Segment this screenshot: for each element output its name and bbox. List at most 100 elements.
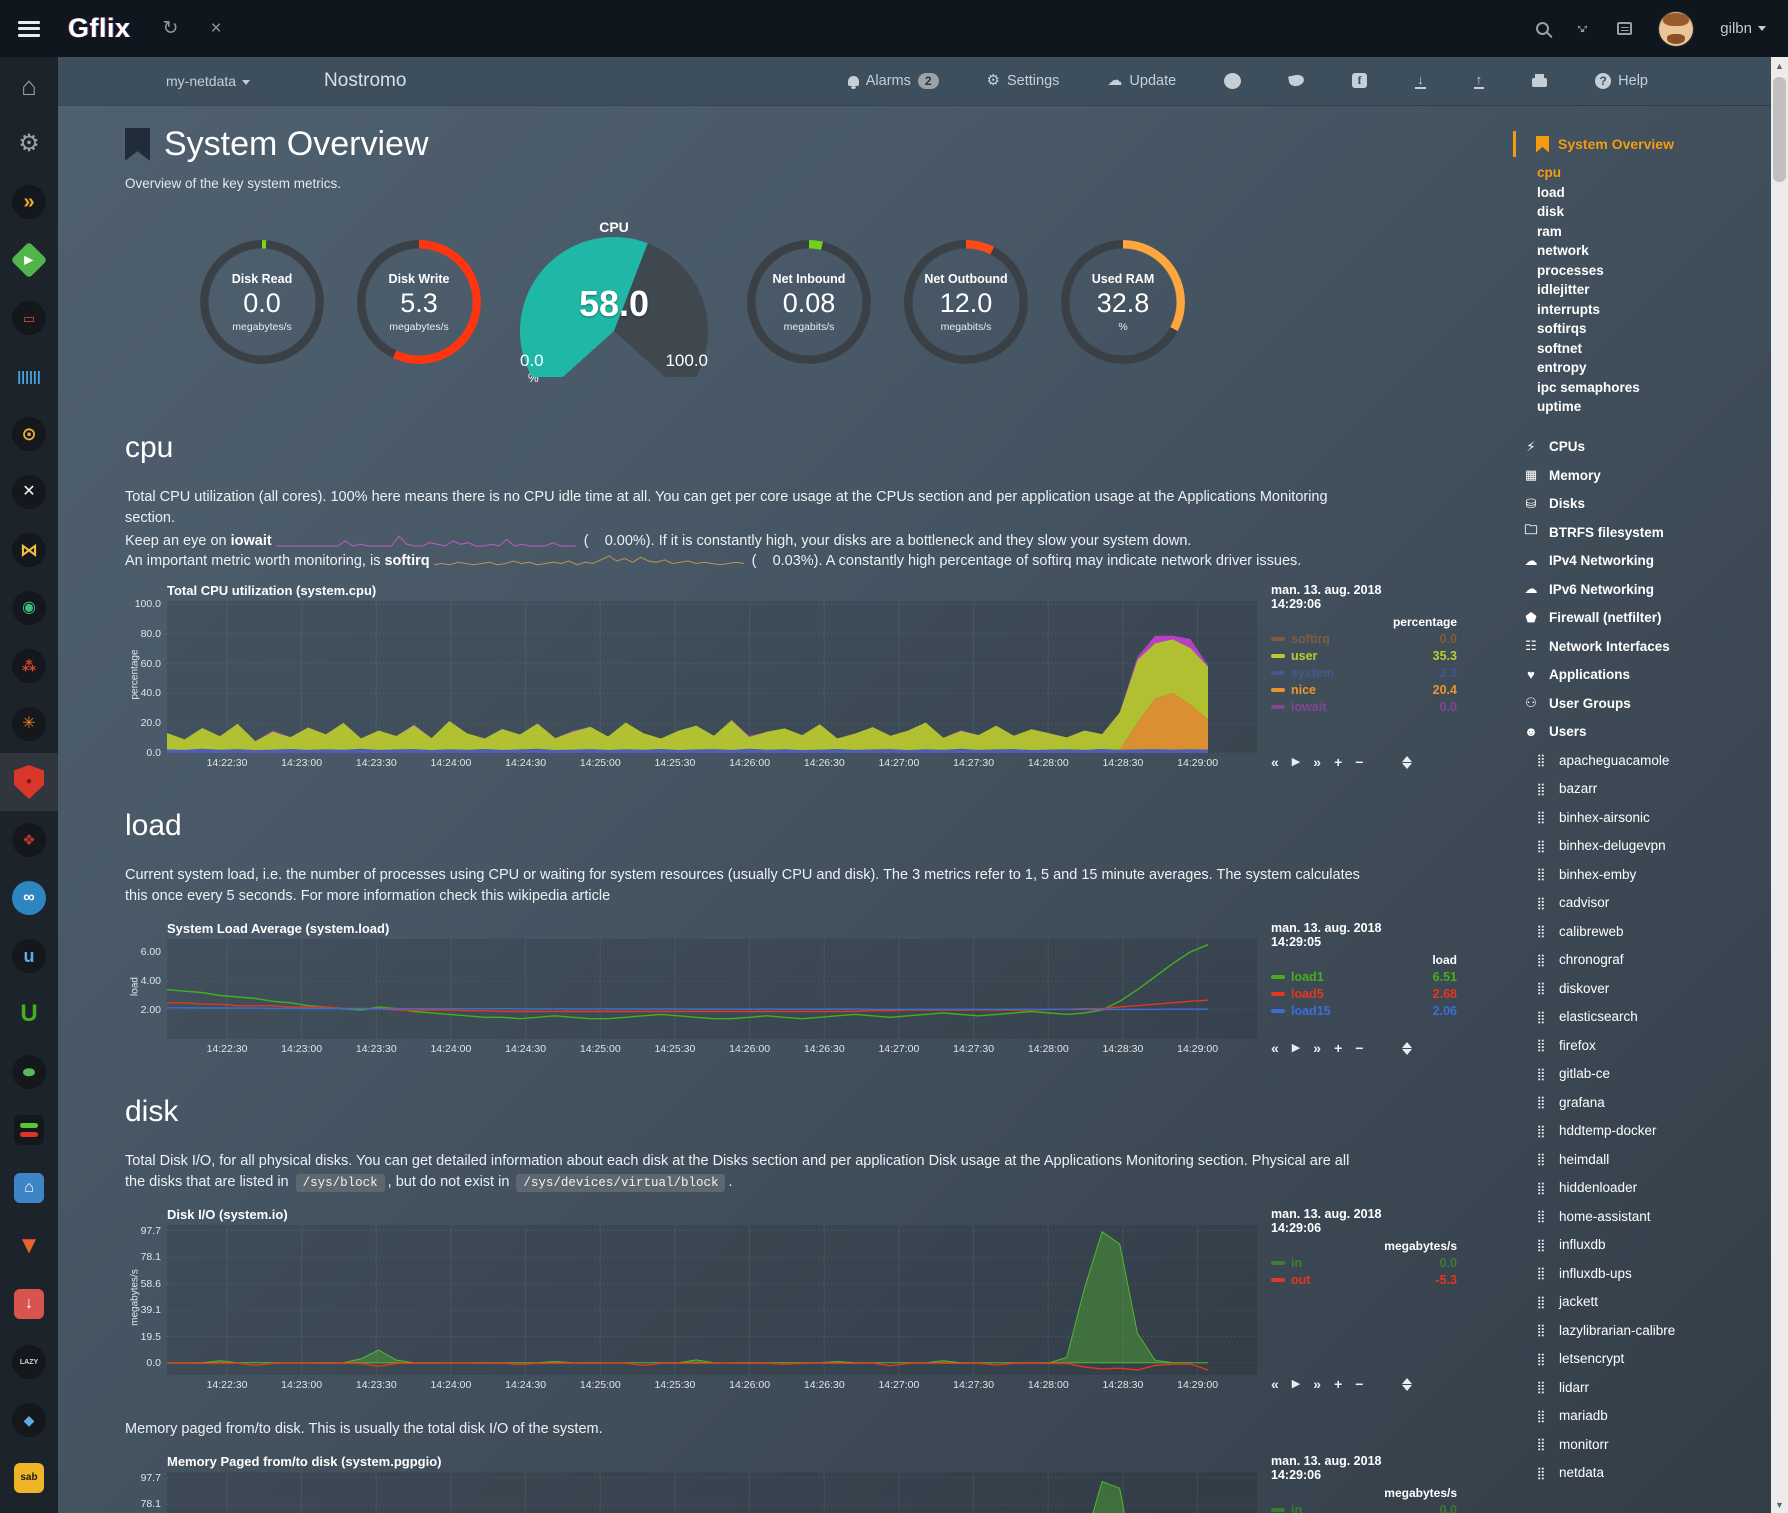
scrollbar-up-arrow[interactable]: ▲ bbox=[1771, 57, 1788, 74]
update-button[interactable]: ☁Update bbox=[1083, 73, 1200, 89]
gauge-cpu[interactable]: CPU58.00.0100.0% bbox=[514, 219, 714, 385]
menu-section-memory[interactable]: ▦Memory bbox=[1523, 461, 1771, 490]
menu-app-lazylibrarian-calibre[interactable]: ⣿lazylibrarian-calibre bbox=[1523, 1316, 1771, 1345]
menu-section-btrfs-filesystem[interactable]: 🗀BTRFS filesystem bbox=[1523, 518, 1771, 547]
server-dropdown[interactable]: my-netdata bbox=[166, 73, 250, 89]
app-tv-icon[interactable]: ▭ bbox=[0, 289, 58, 347]
pan-back-button[interactable]: « bbox=[1271, 755, 1279, 769]
menu-app-gitlab-ce[interactable]: ⣿gitlab-ce bbox=[1523, 1060, 1771, 1089]
menu-app-firefox[interactable]: ⣿firefox bbox=[1523, 1031, 1771, 1060]
hostname[interactable]: Nostromo bbox=[324, 70, 406, 92]
gauge-net-outbound[interactable]: Net Outbound12.0megabits/s bbox=[904, 240, 1028, 364]
resize-handle[interactable] bbox=[1402, 1042, 1412, 1055]
facebook-button[interactable]: f bbox=[1328, 73, 1391, 88]
home-icon[interactable]: ⌂ bbox=[0, 57, 58, 115]
menu-item-softirqs[interactable]: softirqs bbox=[1537, 319, 1771, 339]
import-button[interactable]: ↓ bbox=[1391, 73, 1450, 89]
legend-row-softirq[interactable]: softirq0.0 bbox=[1271, 632, 1457, 646]
pan-forward-button[interactable]: » bbox=[1313, 1041, 1321, 1055]
legend-row-system[interactable]: system2.3 bbox=[1271, 666, 1457, 680]
scrollbar-down-arrow[interactable]: ▼ bbox=[1771, 1496, 1788, 1513]
app-cubes-icon[interactable]: ❖ bbox=[0, 811, 58, 869]
app-sab-icon[interactable]: sab bbox=[0, 1449, 58, 1507]
menu-app-hiddenloader[interactable]: ⣿hiddenloader bbox=[1523, 1174, 1771, 1203]
legend-row-in[interactable]: in0.0 bbox=[1271, 1256, 1457, 1270]
menu-section-disks[interactable]: ⛁Disks bbox=[1523, 490, 1771, 519]
user-menu[interactable]: gilbn bbox=[1720, 20, 1766, 38]
play-button[interactable]: ▶ bbox=[1292, 1043, 1300, 1054]
menu-app-binhex-airsonic[interactable]: ⣿binhex-airsonic bbox=[1523, 803, 1771, 832]
print-button[interactable] bbox=[1508, 74, 1571, 87]
gauge-disk-write[interactable]: Disk Write5.3megabytes/s bbox=[357, 240, 481, 364]
app-download-icon[interactable]: ↓ bbox=[0, 1275, 58, 1333]
hamburger-menu-icon[interactable] bbox=[18, 21, 40, 37]
menu-section-ipv4-networking[interactable]: ☁IPv4 Networking bbox=[1523, 547, 1771, 576]
app-green-u-icon[interactable]: U bbox=[0, 985, 58, 1043]
menu-app-mariadb[interactable]: ⣿mariadb bbox=[1523, 1402, 1771, 1431]
legend-row-iowait[interactable]: iowait0.0 bbox=[1271, 700, 1457, 714]
menu-item-ram[interactable]: ram bbox=[1537, 222, 1771, 242]
menu-item-uptime[interactable]: uptime bbox=[1537, 397, 1771, 417]
menu-item-entropy[interactable]: entropy bbox=[1537, 358, 1771, 378]
app-turtle-icon[interactable]: ⬬ bbox=[0, 1043, 58, 1101]
export-button[interactable]: ↑ bbox=[1450, 73, 1509, 89]
close-icon[interactable]: × bbox=[210, 19, 221, 38]
menu-app-influxdb[interactable]: ⣿influxdb bbox=[1523, 1231, 1771, 1260]
app-droplet-icon[interactable]: ◆ bbox=[0, 1391, 58, 1449]
scrollbar-thumb[interactable] bbox=[1773, 77, 1786, 182]
legend-row-out[interactable]: out-5.3 bbox=[1271, 1273, 1457, 1287]
resize-handle[interactable] bbox=[1402, 756, 1412, 769]
menu-app-binhex-delugevpn[interactable]: ⣿binhex-delugevpn bbox=[1523, 832, 1771, 861]
search-icon[interactable] bbox=[1536, 22, 1549, 35]
menu-app-cadvisor[interactable]: ⣿cadvisor bbox=[1523, 889, 1771, 918]
app-bank-icon[interactable]: ⌂ bbox=[0, 1159, 58, 1217]
menu-item-cpu[interactable]: cpu bbox=[1537, 163, 1771, 183]
menu-app-lidarr[interactable]: ⣿lidarr bbox=[1523, 1373, 1771, 1402]
menu-section-firewall-netfilter-[interactable]: ⬟Firewall (netfilter) bbox=[1523, 604, 1771, 633]
menu-app-elasticsearch[interactable]: ⣿elasticsearch bbox=[1523, 1003, 1771, 1032]
zoom-out-button[interactable]: − bbox=[1355, 1041, 1363, 1055]
news-icon[interactable] bbox=[1617, 22, 1632, 35]
github-button[interactable] bbox=[1200, 73, 1265, 89]
app-links-icon[interactable]: ∞ bbox=[0, 869, 58, 927]
menu-section-cpus[interactable]: ⚡CPUs bbox=[1523, 433, 1771, 462]
menu-item-disk[interactable]: disk bbox=[1537, 202, 1771, 222]
menu-item-softnet[interactable]: softnet bbox=[1537, 339, 1771, 359]
legend-row-load5[interactable]: load52.68 bbox=[1271, 987, 1457, 1001]
legend-row-nice[interactable]: nice20.4 bbox=[1271, 683, 1457, 697]
menu-app-letsencrypt[interactable]: ⣿letsencrypt bbox=[1523, 1345, 1771, 1374]
menu-section-user-groups[interactable]: ⚇User Groups bbox=[1523, 689, 1771, 718]
menu-app-chronograf[interactable]: ⣿chronograf bbox=[1523, 946, 1771, 975]
gauge-used-ram[interactable]: Used RAM32.8% bbox=[1061, 240, 1185, 364]
help-button[interactable]: ?Help bbox=[1571, 73, 1672, 89]
gauge-disk-read[interactable]: Disk Read0.0megabytes/s bbox=[200, 240, 324, 364]
legend-row-load1[interactable]: load16.51 bbox=[1271, 970, 1457, 984]
app-lazy-icon[interactable]: LAZY bbox=[0, 1333, 58, 1391]
app-blue-u-icon[interactable]: u bbox=[0, 927, 58, 985]
menu-app-monitorr[interactable]: ⣿monitorr bbox=[1523, 1430, 1771, 1459]
menu-item-interrupts[interactable]: interrupts bbox=[1537, 300, 1771, 320]
pan-forward-button[interactable]: » bbox=[1313, 1377, 1321, 1391]
fullscreen-icon[interactable] bbox=[1575, 21, 1591, 37]
zoom-in-button[interactable]: + bbox=[1334, 1041, 1342, 1055]
menu-app-home-assistant[interactable]: ⣿home-assistant bbox=[1523, 1202, 1771, 1231]
menu-app-grafana[interactable]: ⣿grafana bbox=[1523, 1088, 1771, 1117]
resize-handle[interactable] bbox=[1402, 1378, 1412, 1391]
twitter-button[interactable] bbox=[1265, 75, 1328, 86]
chart-plot-area[interactable] bbox=[167, 939, 1257, 1039]
menu-item-idlejitter[interactable]: idlejitter bbox=[1537, 280, 1771, 300]
menu-section-users[interactable]: ☻Users bbox=[1523, 718, 1771, 747]
refresh-icon[interactable]: ↻ bbox=[163, 19, 179, 38]
chart-plot-area[interactable] bbox=[167, 1472, 1257, 1513]
app-shield-icon[interactable]: ● bbox=[0, 753, 58, 811]
app-nodes-icon[interactable]: ⁂ bbox=[0, 637, 58, 695]
menu-item-load[interactable]: load bbox=[1537, 183, 1771, 203]
chart-plot-area[interactable] bbox=[167, 601, 1257, 753]
app-pills-icon[interactable] bbox=[0, 1101, 58, 1159]
zoom-in-button[interactable]: + bbox=[1334, 755, 1342, 769]
chart-plot-area[interactable] bbox=[167, 1225, 1257, 1375]
app-bowtie-icon[interactable]: ⋈ bbox=[0, 521, 58, 579]
menu-item-network[interactable]: network bbox=[1537, 241, 1771, 261]
menu-app-bazarr[interactable]: ⣿bazarr bbox=[1523, 775, 1771, 804]
menu-app-diskover[interactable]: ⣿diskover bbox=[1523, 974, 1771, 1003]
